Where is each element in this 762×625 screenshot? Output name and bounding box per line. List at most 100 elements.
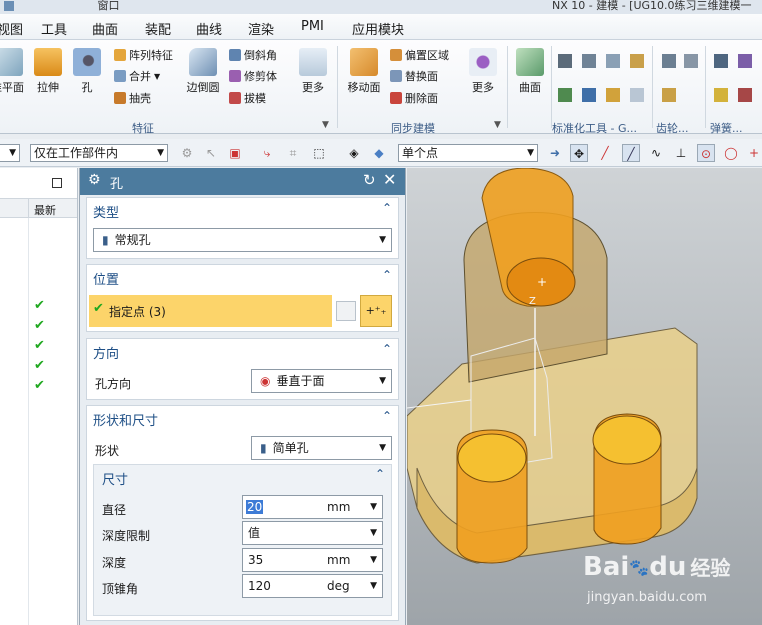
diameter-field[interactable]: 20 mm ▼ (242, 495, 383, 519)
scope-filter-select[interactable]: 仅在工作部件内 ▼ (30, 144, 168, 162)
feature-more-button[interactable]: 更多 (298, 48, 328, 95)
feature-group-expand-icon[interactable]: ▼ (322, 120, 329, 130)
arc-center-icon[interactable]: ⊙ (697, 144, 715, 162)
spring-tool-2-icon[interactable] (738, 54, 752, 68)
menu-assembly[interactable]: 装配 (145, 19, 171, 38)
graphics-viewport[interactable]: + Z Bai🐾du 经验 jingyan.baidu.com (407, 168, 762, 625)
filter-reset-icon[interactable]: ⚙ (178, 144, 196, 162)
draft-button[interactable]: 拔模 (229, 90, 266, 106)
hole-button[interactable]: 孔 (71, 48, 103, 95)
offset-region-button[interactable]: 偏置区域 (390, 47, 449, 63)
sync-more-button[interactable]: 更多 (468, 48, 498, 95)
hole-shape-select[interactable]: ▮ 简单孔 ▼ (251, 436, 392, 460)
menu-surface[interactable]: 曲面 (92, 19, 118, 38)
close-icon[interactable]: ✕ (383, 170, 396, 189)
collapse-icon[interactable]: ⌃ (375, 467, 385, 481)
move-face-button[interactable]: 移动面 (346, 48, 382, 95)
menu-view[interactable]: 视图 (0, 19, 23, 38)
depth-field[interactable]: 35 mm ▼ (242, 548, 383, 572)
right-cylinder-top[interactable] (592, 415, 662, 465)
datum-plane-button[interactable]: 基准平面 (0, 48, 26, 95)
maximize-icon[interactable] (52, 178, 62, 188)
collapse-icon[interactable]: ⌃ (382, 342, 392, 356)
gear-tool-2-icon[interactable] (684, 54, 698, 68)
shape-section-header[interactable]: 形状和尺寸 ⌃ (87, 406, 398, 432)
surface-button[interactable]: 曲面 (514, 48, 546, 95)
window-menu-icon[interactable] (4, 1, 14, 11)
hole-type-select[interactable]: ▮ 常规孔 ▼ (93, 228, 392, 252)
window-menu-button[interactable]: 窗口 (98, 0, 120, 12)
std-tool-2-icon[interactable] (582, 54, 596, 68)
collapse-icon[interactable]: ⌃ (382, 201, 392, 215)
spring-tool-3-icon[interactable] (714, 88, 728, 102)
hole-direction-select[interactable]: ◉ 垂直于面 ▼ (251, 369, 392, 393)
std-tool-1-icon[interactable] (558, 54, 572, 68)
sketch-section-icon[interactable] (336, 301, 356, 321)
tip-angle-field[interactable]: 120 deg ▼ (242, 574, 383, 598)
select-feature-icon[interactable]: ▣ (226, 144, 244, 162)
type-section-header[interactable]: 类型 ⌃ (87, 198, 398, 224)
delete-face-button[interactable]: 删除面 (390, 90, 438, 106)
replace-face-button[interactable]: 替换面 (390, 68, 438, 84)
type-filter-select[interactable]: ▼ (0, 144, 20, 162)
point-dialog-icon[interactable]: +⁺₊ (360, 295, 392, 327)
std-tool-4-icon[interactable] (630, 54, 644, 68)
std-tool-3-icon[interactable] (606, 54, 620, 68)
sync-group-expand-icon[interactable]: ▼ (494, 120, 501, 130)
diameter-label: 直径 (102, 503, 127, 517)
shell-button[interactable]: 抽壳 (114, 90, 151, 106)
mid-point-icon[interactable]: ╱ (622, 144, 640, 162)
unite-button[interactable]: 合并 ▼ (114, 68, 160, 84)
gear-tool-3-icon[interactable] (662, 88, 676, 102)
end-point-icon[interactable]: ╱ (596, 144, 614, 162)
chamfer-button[interactable]: 倒斜角 (229, 47, 277, 63)
menu-applications[interactable]: 应用模块 (352, 19, 404, 38)
chevron-down-icon[interactable]: ▼ (370, 549, 377, 571)
show-hide-icon[interactable]: ◈ (345, 144, 363, 162)
selection-arrow-icon[interactable]: ↖ (202, 144, 220, 162)
selection-bar: ▼ 仅在工作部件内 ▼ ⚙ ↖ ▣ ⤷ ⌗ ⬚ ◈ ◆ 单个点 ▼ ➜ ✥ ╱ ╱ … (0, 139, 762, 167)
spring-tool-4-icon[interactable] (738, 88, 752, 102)
edge-blend-button[interactable]: 边倒圆 (186, 48, 220, 95)
spring-tool-1-icon[interactable] (714, 54, 728, 68)
collapse-icon[interactable]: ⌃ (382, 268, 392, 282)
unite-dropdown-icon[interactable]: ▼ (154, 72, 160, 81)
enable-snap-icon[interactable]: ✥ (570, 144, 588, 162)
specify-point-row[interactable]: ✔ 指定点 (3) (89, 295, 332, 327)
collapse-icon[interactable]: ⌃ (382, 409, 392, 423)
existing-point-icon[interactable]: + (745, 144, 762, 162)
rectangle-select-icon[interactable]: ⬚ (310, 144, 328, 162)
std-tool-5-icon[interactable] (558, 88, 572, 102)
direction-section-header[interactable]: 方向 ⌃ (87, 339, 398, 365)
extrude-button[interactable]: 拉伸 (32, 48, 64, 95)
intersection-point-icon[interactable]: ⊥ (672, 144, 690, 162)
menu-render[interactable]: 渲染 (248, 19, 274, 38)
chevron-down-icon[interactable]: ▼ (370, 575, 377, 597)
std-tool-8-icon[interactable] (630, 88, 644, 102)
snap-mode-select[interactable]: 单个点 ▼ (398, 144, 538, 162)
pattern-feature-button[interactable]: 阵列特征 (114, 47, 173, 63)
point-constructor-icon[interactable]: ➜ (546, 144, 564, 162)
depth-limit-select[interactable]: 值 ▼ (242, 521, 383, 545)
chevron-down-icon[interactable]: ▼ (370, 496, 377, 518)
control-point-icon[interactable]: ∿ (647, 144, 665, 162)
position-section-header[interactable]: 位置 ⌃ (87, 265, 398, 291)
std-tool-6-icon[interactable] (582, 88, 596, 102)
gear-icon[interactable]: ⚙ (88, 172, 101, 188)
menu-curve[interactable]: 曲线 (196, 19, 222, 38)
gear-tool-1-icon[interactable] (662, 54, 676, 68)
std-tool-7-icon[interactable] (606, 88, 620, 102)
menu-pmi[interactable]: PMI (301, 19, 324, 34)
trim-body-button[interactable]: 修剪体 (229, 68, 277, 84)
dimensions-header[interactable]: 尺寸 (102, 469, 128, 488)
view-cube-icon[interactable]: ◆ (370, 144, 388, 162)
dialog-title-bar[interactable]: ⚙ 孔 ↻ ✕ (80, 168, 405, 195)
menu-tools[interactable]: 工具 (41, 19, 67, 38)
left-cylinder-top[interactable] (457, 433, 527, 483)
direction-section-title: 方向 (93, 347, 120, 362)
column-header-latest[interactable]: 最新 (34, 202, 56, 218)
snap-curve-icon[interactable]: ⤷ (258, 144, 276, 162)
quadrant-point-icon[interactable]: ◯ (722, 144, 740, 162)
select-face-icon[interactable]: ⌗ (284, 144, 302, 162)
reset-icon[interactable]: ↻ (363, 171, 376, 189)
